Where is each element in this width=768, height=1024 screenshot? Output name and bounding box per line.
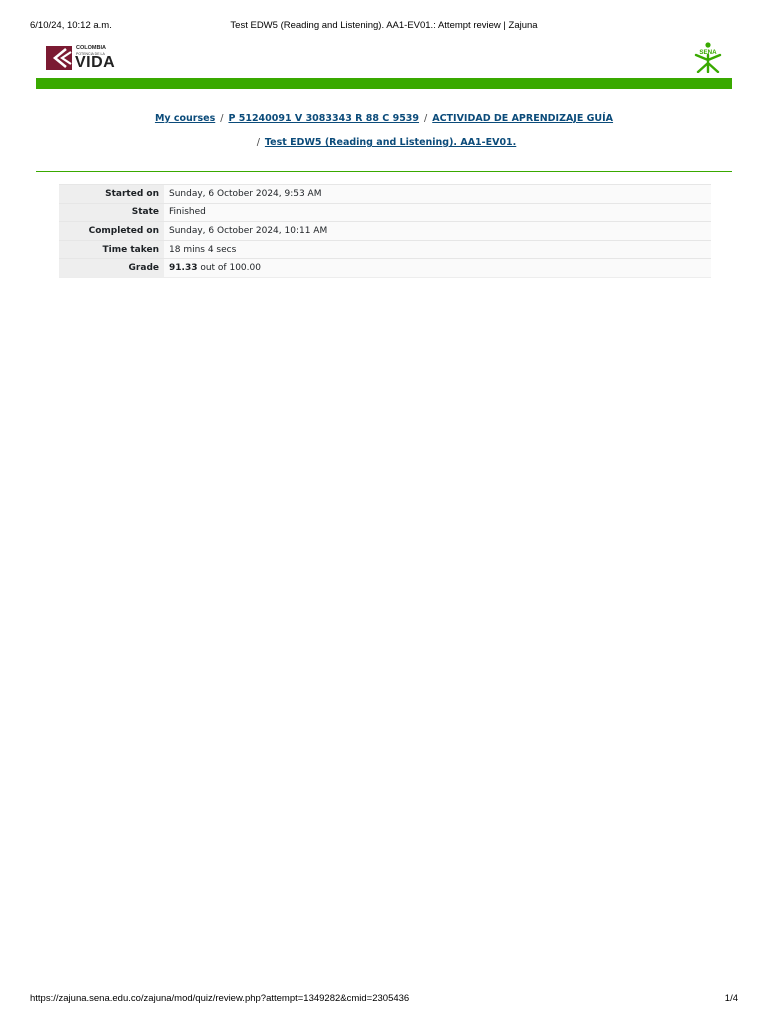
grade-label: Grade [59,258,164,278]
attempt-summary-table: Started on Sunday, 6 October 2024, 9:53 … [59,184,711,278]
breadcrumb-course[interactable]: P 51240091 V 3083343 R 88 C 9539 [228,113,419,124]
print-header: 6/10/24, 10:12 a.m. Test EDW5 (Reading a… [30,20,738,34]
breadcrumb-divider [36,171,732,172]
table-row: Grade 91.33 out of 100.00 [59,258,711,278]
breadcrumb-quiz[interactable]: Test EDW5 (Reading and Listening). AA1-E… [265,137,516,148]
table-row: Time taken 18 mins 4 secs [59,239,711,259]
breadcrumb-separator: / [220,113,224,124]
breadcrumb-separator: / [424,113,428,124]
header-green-bar [36,78,732,89]
grade-suffix: out of 100.00 [197,263,261,274]
completed-on-label: Completed on [59,221,164,241]
completed-on-value: Sunday, 6 October 2024, 10:11 AM [164,221,711,241]
breadcrumb: My courses / P 51240091 V 3083343 R 88 C 9… [36,107,732,155]
started-on-value: Sunday, 6 October 2024, 9:53 AM [164,184,711,204]
print-footer: https://zajuna.sena.edu.co/zajuna/mod/qu… [30,993,738,1007]
colombia-potencia-de-la-vida-logo[interactable]: COLOMBIA POTENCIA DE LA VIDA [46,44,118,72]
logo-text-vida: VIDA [75,54,116,71]
grade-value: 91.33 [169,263,198,274]
breadcrumb-my-courses[interactable]: My courses [155,113,215,124]
print-url: https://zajuna.sena.edu.co/zajuna/mod/qu… [30,993,410,1004]
table-row: Started on Sunday, 6 October 2024, 9:53 … [59,184,711,204]
time-taken-value: 18 mins 4 secs [164,239,711,259]
state-value: Finished [164,202,711,222]
time-taken-label: Time taken [59,239,164,259]
print-page-number: 1/4 [724,993,738,1004]
sena-logo-icon[interactable]: SENA [692,41,724,73]
table-row: State Finished [59,202,711,222]
started-on-label: Started on [59,184,164,204]
logo-text-colombia: COLOMBIA [76,45,106,51]
colombia-mark-icon [46,46,72,70]
breadcrumb-separator: / [256,137,260,148]
state-label: State [59,202,164,222]
table-row: Completed on Sunday, 6 October 2024, 10:… [59,221,711,241]
print-document-title: Test EDW5 (Reading and Listening). AA1-E… [230,20,538,31]
breadcrumb-activity[interactable]: ACTIVIDAD DE APRENDIZAJE GUÍA [432,113,613,124]
grade-cell: 91.33 out of 100.00 [164,258,711,278]
